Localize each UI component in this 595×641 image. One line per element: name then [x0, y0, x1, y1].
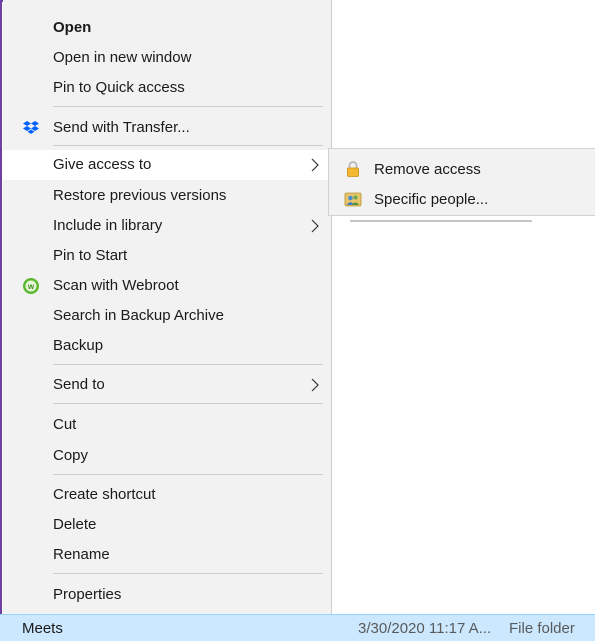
lock-icon [344, 160, 362, 178]
file-list-area [332, 0, 595, 641]
menu-item-include-in-library[interactable]: Include in library [3, 211, 331, 241]
menu-separator [53, 403, 323, 404]
menu-item-label: Give access to [53, 156, 152, 173]
menu-item-send-with-transfer[interactable]: Send with Transfer... [3, 113, 331, 143]
menu-item-delete[interactable]: Delete [3, 510, 331, 540]
menu-separator [53, 106, 323, 107]
menu-item-search-backup-archive[interactable]: Search in Backup Archive [3, 301, 331, 331]
menu-item-label: Send to [53, 376, 105, 393]
submenu-item-specific-people[interactable]: Specific people... [329, 185, 595, 215]
menu-item-label: Pin to Quick access [53, 79, 185, 96]
submenu-item-label: Specific people... [374, 191, 489, 208]
menu-item-rename[interactable]: Rename [3, 540, 331, 570]
file-name: Meets [22, 620, 63, 637]
chevron-right-icon [309, 376, 321, 394]
menu-item-open[interactable]: Open [3, 13, 331, 43]
menu-item-label: Cut [53, 416, 77, 433]
chevron-right-icon [309, 156, 321, 174]
file-list-row-selected[interactable]: Meets 3/30/2020 11:17 A... File folder [0, 614, 595, 641]
menu-item-label: Scan with Webroot [53, 277, 179, 294]
menu-item-cut[interactable]: Cut [3, 410, 331, 440]
submenu-item-remove-access[interactable]: Remove access [329, 155, 595, 185]
menu-item-create-shortcut[interactable]: Create shortcut [3, 480, 331, 510]
menu-separator [53, 573, 323, 574]
svg-text:w: w [27, 282, 35, 291]
give-access-submenu: Remove access Specific people... [328, 148, 595, 216]
menu-item-copy[interactable]: Copy [3, 441, 331, 471]
menu-item-give-access-to[interactable]: Give access to [3, 150, 331, 180]
context-menu: Open Open in new window Pin to Quick acc… [3, 0, 332, 614]
menu-item-properties[interactable]: Properties [3, 580, 331, 610]
menu-item-scan-with-webroot[interactable]: w Scan with Webroot [3, 271, 331, 301]
menu-item-label: Pin to Start [53, 247, 128, 264]
file-date-modified: 3/30/2020 11:17 A... [358, 620, 492, 637]
menu-item-send-to[interactable]: Send to [3, 370, 331, 400]
menu-item-label: Search in Backup Archive [53, 307, 224, 324]
menu-item-label: Restore previous versions [53, 187, 227, 204]
menu-separator [53, 145, 323, 146]
menu-separator [53, 364, 323, 365]
dropbox-icon [22, 119, 40, 137]
file-type: File folder [509, 620, 575, 637]
menu-item-restore-previous-versions[interactable]: Restore previous versions [3, 181, 331, 211]
menu-item-label: Properties [53, 586, 122, 603]
people-icon [344, 190, 362, 208]
webroot-icon: w [22, 277, 40, 295]
menu-item-label: Backup [53, 337, 104, 354]
menu-item-pin-quick-access[interactable]: Pin to Quick access [3, 73, 331, 103]
menu-item-label: Open in new window [53, 49, 192, 66]
menu-item-label: Create shortcut [53, 486, 156, 503]
menu-separator [53, 474, 323, 475]
menu-item-label: Copy [53, 447, 89, 464]
menu-item-label: Open [53, 19, 92, 36]
menu-item-pin-to-start[interactable]: Pin to Start [3, 241, 331, 271]
menu-item-open-new-window[interactable]: Open in new window [3, 43, 331, 73]
menu-item-label: Delete [53, 516, 97, 533]
menu-item-backup[interactable]: Backup [3, 331, 331, 361]
menu-item-label: Send with Transfer... [53, 119, 190, 136]
menu-item-label: Rename [53, 546, 110, 563]
menu-item-label: Include in library [53, 217, 163, 234]
submenu-item-label: Remove access [374, 161, 481, 178]
chevron-right-icon [309, 217, 321, 235]
